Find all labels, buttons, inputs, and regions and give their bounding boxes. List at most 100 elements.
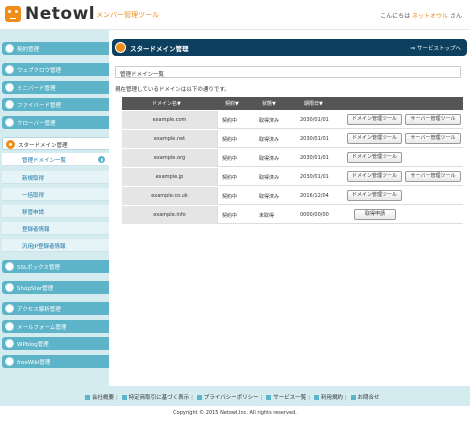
footer-link-tokushoho[interactable]: 特定商取引に基づく表示	[129, 395, 190, 401]
footer-link-privacy[interactable]: プライバシーポリシー	[204, 395, 259, 401]
sidebar-item-label: ウェブクロウ管理	[17, 68, 62, 74]
webcrow-icon	[5, 65, 14, 74]
owl-logo-icon[interactable]	[5, 6, 21, 22]
sidebar-item-contract[interactable]: 契約管理	[2, 42, 109, 55]
expiry-cell: 2030/01/01	[300, 174, 329, 180]
sidebar-item-label: クローバー管理	[17, 121, 56, 127]
expiry-cell: 2030/01/01	[300, 117, 329, 123]
divider: |	[116, 395, 118, 401]
freewiki-icon	[5, 357, 14, 366]
sidebar-item-label: 契約管理	[17, 47, 40, 53]
sidebar-item-webcrow[interactable]: ウェブクロウ管理	[2, 63, 109, 76]
minibird-icon	[5, 83, 14, 92]
column-header-status[interactable]: 状態▼	[262, 100, 276, 107]
domain-cell: example.co.uk	[122, 187, 218, 205]
sidebar-item-minibird[interactable]: ミニバード管理	[2, 81, 109, 94]
sidebar-item-label: SSLボックス管理	[17, 265, 60, 271]
status-cell: 未取得	[259, 213, 275, 219]
sidebar-subitem-bulk[interactable]: 一括取得	[2, 188, 109, 201]
footer-link-services[interactable]: サービス一覧	[273, 395, 306, 401]
mailform-icon	[5, 322, 14, 331]
brand-subtitle: メンバー管理ツール	[96, 11, 159, 19]
table-row: example.com 契約中 取得済み 2030/01/01 ドメイン管理ツー…	[122, 111, 463, 129]
sidebar-subitem-label: 登録者情報	[22, 227, 50, 233]
bullet-icon	[121, 395, 127, 400]
column-header-expiry[interactable]: 期限日▼	[304, 100, 323, 107]
sidebar-item-stardomain[interactable]: スタードメイン管理	[2, 137, 109, 150]
sidebar-subitem-label: 移管申請	[22, 210, 45, 216]
acquire-request-button[interactable]: 取得申請	[354, 209, 396, 220]
expiry-cell: 2030/01/01	[300, 155, 329, 161]
welcome-prefix: こんにちは	[380, 13, 411, 20]
domain-tool-button[interactable]: ドメイン管理ツール	[347, 190, 402, 201]
domain-cell: example.net	[122, 130, 218, 148]
domain-name: example.net	[153, 136, 186, 142]
domain-tool-button[interactable]: ドメイン管理ツール	[347, 171, 402, 182]
domain-tool-button[interactable]: ドメイン管理ツール	[347, 114, 402, 125]
contract-cell: 契約中	[222, 194, 238, 200]
sidebar-subitem-jp-registrant[interactable]: 汎用JP登録者情報	[2, 239, 109, 252]
service-top-link[interactable]: ⇒ サービストップへ	[410, 44, 461, 52]
sidebar-subitem-transfer[interactable]: 移管申請	[2, 205, 109, 218]
chevron-right-icon	[98, 156, 105, 163]
sidebar-item-shopstar[interactable]: ShopStar管理	[2, 281, 109, 294]
brand-name[interactable]: Netowl	[25, 4, 95, 24]
server-tool-button[interactable]: サーバー管理ツール	[405, 133, 461, 144]
domain-name: example.com	[152, 117, 187, 123]
sidebar-item-analytics[interactable]: アクセス解析管理	[2, 302, 109, 315]
expiry-cell: 2016/12/04	[300, 193, 329, 199]
clover-icon	[5, 118, 14, 127]
expiry-cell: 2030/01/01	[300, 136, 329, 142]
bullet-icon	[266, 395, 272, 400]
stardomain-icon	[115, 42, 126, 53]
contract-cell: 契約中	[222, 175, 238, 181]
arrow-right-icon: ⇒	[410, 45, 416, 52]
sidebar-item-firebird[interactable]: ファイバード管理	[2, 98, 109, 111]
wpblog-icon	[5, 339, 14, 348]
domain-tool-button[interactable]: ドメイン管理ツール	[347, 152, 402, 163]
sidebar-subitem-registrant[interactable]: 登録者情報	[2, 222, 109, 235]
firebird-icon	[5, 100, 14, 109]
header: Netowl メンバー管理ツール こんにちは ネットオウル さん	[0, 0, 470, 30]
domain-cell: example.info	[122, 206, 218, 224]
contract-cell: 契約中	[222, 156, 238, 162]
section-heading: 管理ドメイン一覧	[115, 66, 461, 78]
sidebar: 契約管理 ウェブクロウ管理 ミニバード管理 ファイバード管理 クローバー管理 ス…	[0, 30, 109, 386]
column-header-contract[interactable]: 契約▼	[225, 100, 239, 107]
status-cell: 取得済み	[259, 194, 280, 200]
sidebar-item-mailform[interactable]: メールフォーム管理	[2, 320, 109, 333]
sidebar-subitem-new[interactable]: 新規取得	[2, 171, 109, 184]
domain-tool-button[interactable]: ドメイン管理ツール	[347, 133, 402, 144]
sidebar-item-freewiki[interactable]: freeWiki管理	[2, 355, 109, 368]
sidebar-item-label: スタードメイン管理	[18, 143, 68, 149]
sidebar-item-sslbox[interactable]: SSLボックス管理	[2, 260, 109, 273]
status-cell: 取得済み	[259, 156, 280, 162]
sidebar-item-label: ミニバード管理	[17, 86, 56, 92]
bullet-icon	[350, 395, 356, 400]
copyright: Copyright © 2015 Netowl,Inc. All rights …	[173, 410, 297, 416]
sidebar-subitem-domain-list[interactable]: 管理ドメイン一覧	[2, 153, 109, 166]
server-tool-button[interactable]: サーバー管理ツール	[405, 114, 461, 125]
sidebar-item-wpblog[interactable]: WPblog管理	[2, 337, 109, 350]
footer-link-terms[interactable]: 利用規約	[321, 395, 343, 401]
analytics-icon	[5, 304, 14, 313]
sidebar-subitem-label: 汎用JP登録者情報	[22, 244, 66, 250]
sidebar-item-clover[interactable]: クローバー管理	[2, 116, 109, 129]
column-header-domain[interactable]: ドメイン名▼	[152, 100, 181, 107]
sslbox-icon	[5, 262, 14, 271]
footer-link-company[interactable]: 会社概要	[92, 395, 114, 401]
shopstar-icon	[5, 283, 14, 292]
sidebar-item-label: ファイバード管理	[17, 103, 61, 109]
table-row: example.co.uk 契約中 取得済み 2016/12/04 ドメイン管理…	[122, 187, 463, 205]
expiry-cell: 0000/00/00	[300, 212, 329, 218]
bullet-icon	[313, 395, 319, 400]
section-title: 管理ドメイン一覧	[120, 72, 165, 78]
sidebar-subitem-label: 新規取得	[22, 176, 45, 182]
domain-name: example.info	[153, 212, 186, 218]
domain-name: example.org	[153, 155, 186, 161]
sidebar-item-label: WPblog管理	[17, 342, 49, 348]
sidebar-subitem-label: 管理ドメイン一覧	[22, 158, 67, 164]
user-name[interactable]: ネットオウル	[412, 13, 448, 20]
server-tool-button[interactable]: サーバー管理ツール	[405, 171, 461, 182]
footer-link-contact[interactable]: お問合せ	[358, 395, 380, 401]
